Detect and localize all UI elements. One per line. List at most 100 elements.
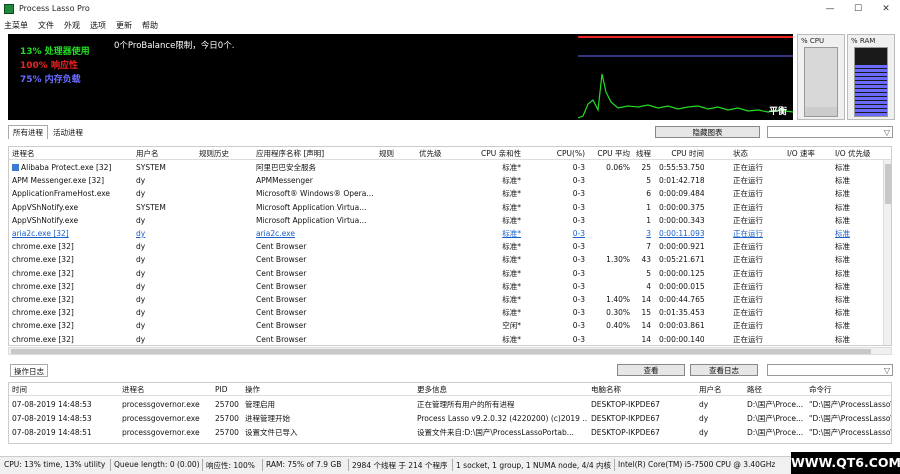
process-row[interactable]: chrome.exe [32] dy Cent Browser 标准* 0-3 7 0:00… xyxy=(9,240,891,253)
menu-file[interactable]: 文件 xyxy=(38,20,54,31)
process-column-header[interactable]: 线程 xyxy=(619,147,651,160)
process-row[interactable]: chrome.exe [32] dy Cent Browser 标准* 0-3 1.30%… xyxy=(9,253,891,266)
process-cell: 0:00:03.861 xyxy=(659,321,704,331)
process-row[interactable]: chrome.exe [32] dy Cent Browser 标准* 0-3 5 0:00… xyxy=(9,267,891,280)
process-cell: 正在运行 xyxy=(733,202,763,212)
log-cell: 设置文件已导入 xyxy=(245,428,298,437)
process-table-vscrollbar[interactable] xyxy=(883,160,891,345)
process-row[interactable]: ApplicationFrameHost.exe dy Microsoft® Win… xyxy=(9,187,891,200)
process-cell: 标准 xyxy=(835,334,850,344)
close-icon[interactable]: ✕ xyxy=(872,0,900,17)
process-column-header[interactable]: 状态 xyxy=(733,147,769,160)
process-cell xyxy=(419,333,459,345)
view-log-button[interactable]: 查看日志 xyxy=(690,364,758,376)
process-row[interactable]: chrome.exe [32] dy Cent Browser 标准* 0-3 14 0:0… xyxy=(9,333,891,345)
log-column-header[interactable]: 操作 xyxy=(245,383,395,396)
process-row[interactable]: APM Messenger.exe [32] dy APMMessenger 标准* 0… xyxy=(9,174,891,187)
view-button[interactable]: 查看 xyxy=(617,364,685,376)
process-filter-input[interactable]: ▽ xyxy=(767,126,893,138)
menu-main[interactable]: 主菜单 xyxy=(4,20,28,31)
filter-icon[interactable]: ▽ xyxy=(884,128,890,137)
process-cell xyxy=(787,280,827,293)
process-cell: 3 xyxy=(646,229,651,238)
menu-update[interactable]: 更新 xyxy=(116,20,132,31)
process-cell: dy xyxy=(136,321,146,331)
process-column-header[interactable]: 用户名 xyxy=(136,147,196,160)
process-column-header[interactable]: 进程名 xyxy=(12,147,132,160)
log-column-header[interactable]: 用户名 xyxy=(699,383,739,396)
process-cell: 0-3 xyxy=(572,321,585,331)
site-watermark: WWW.QT6.COM xyxy=(791,452,900,474)
process-row[interactable]: AppVShNotify.exe SYSTEM Microsoft Applicat… xyxy=(9,201,891,214)
process-cell: 标准* xyxy=(502,215,521,225)
process-cell: SYSTEM xyxy=(136,202,166,212)
process-column-header[interactable]: 应用程序名称 [声明] xyxy=(256,147,376,160)
process-column-header[interactable]: 规则历史 xyxy=(199,147,259,160)
tab-action-log[interactable]: 操作日志 xyxy=(10,364,48,377)
tab-active-processes[interactable]: 活动进程 xyxy=(48,125,88,139)
log-row[interactable]: 07-08-2019 14:48:51 processgovernor.exe 25… xyxy=(9,426,891,439)
process-row[interactable]: Alibaba Protect.exe [32] SYSTEM 阿里巴巴安全服务 标准… xyxy=(9,161,891,174)
process-column-header[interactable]: I/O 速率 xyxy=(787,147,827,160)
process-cell xyxy=(787,333,827,345)
performance-graph: 13% 处理器使用 100% 响应性 75% 内存负载 0个ProBalance… xyxy=(8,34,793,120)
process-cell xyxy=(419,293,459,306)
process-cell xyxy=(199,253,259,266)
ram-meter: % RAM xyxy=(847,34,895,120)
process-row[interactable]: chrome.exe [32] dy Cent Browser 标准* 0-3 4 0:00… xyxy=(9,280,891,293)
process-cell xyxy=(419,214,459,227)
log-column-header[interactable]: 进程名 xyxy=(122,383,212,396)
hide-graph-button[interactable]: 隐藏图表 xyxy=(655,126,760,138)
process-cell: 0-3 xyxy=(572,189,585,199)
ram-meter-label: % RAM xyxy=(851,37,876,45)
process-cell: Cent Browser xyxy=(256,255,307,265)
menu-options[interactable]: 选项 xyxy=(90,20,106,31)
log-cell: 25700 xyxy=(215,428,239,437)
process-cell: 标准 xyxy=(835,308,850,318)
log-column-header[interactable]: 更多信息 xyxy=(417,383,587,396)
process-row[interactable]: chrome.exe [32] dy Cent Browser 标准* 0-3 0.30%… xyxy=(9,306,891,319)
log-column-header[interactable]: 命令行 xyxy=(809,383,891,396)
log-column-header[interactable]: PID xyxy=(215,383,245,396)
minimize-icon[interactable]: — xyxy=(816,0,844,17)
log-filter-icon[interactable]: ▽ xyxy=(884,366,890,375)
process-cell xyxy=(199,333,259,345)
log-cell: 正在管理所有用户的所有进程 xyxy=(417,400,515,409)
process-column-header[interactable]: I/O 优先级 xyxy=(835,147,877,160)
process-cell: 正在运行 xyxy=(733,255,763,265)
menu-view[interactable]: 外观 xyxy=(64,20,80,31)
process-row[interactable]: AppVShNotify.exe dy Microsoft Application … xyxy=(9,214,891,227)
maximize-icon[interactable]: ☐ xyxy=(844,0,872,17)
log-filter-input[interactable]: ▽ xyxy=(767,364,893,376)
log-cell: 25700 xyxy=(215,414,239,423)
process-cell: 正在运行 xyxy=(733,308,763,318)
process-column-header[interactable]: 优先级 xyxy=(419,147,459,160)
process-cell: 0-3 xyxy=(572,229,585,238)
process-cell: chrome.exe [32] xyxy=(12,268,74,278)
process-column-header[interactable]: CPU(%) xyxy=(545,147,585,160)
memory-load-legend: 75% 内存负载 xyxy=(20,75,81,85)
process-row[interactable]: chrome.exe [32] dy Cent Browser 空闲* 0-3 0.40%… xyxy=(9,319,891,332)
log-cell: DESKTOP-IKPDE67 xyxy=(591,414,660,423)
process-cell: dy xyxy=(136,281,146,291)
vscroll-thumb[interactable] xyxy=(885,164,891,204)
process-column-header[interactable]: 规则 xyxy=(379,147,409,160)
process-row[interactable]: aria2c.exe [32] dy aria2c.exe 标准* 0-3 3 0:00:1… xyxy=(9,227,891,240)
process-cell: 标准* xyxy=(502,295,521,304)
log-row[interactable]: 07-08-2019 14:48:53 processgovernor.exe 25… xyxy=(9,412,891,425)
log-column-header[interactable]: 路径 xyxy=(747,383,807,396)
menu-help[interactable]: 帮助 xyxy=(142,20,158,31)
process-column-header[interactable]: CPU 亲和性 xyxy=(481,147,521,160)
tab-all-processes[interactable]: 所有进程 xyxy=(8,125,48,139)
process-row[interactable]: chrome.exe [32] dy Cent Browser 标准* 0-3 1.40%… xyxy=(9,293,891,306)
log-column-header[interactable]: 电脑名称 xyxy=(591,383,691,396)
process-column-header[interactable]: CPU 时间 xyxy=(659,147,704,160)
process-cell xyxy=(419,201,459,214)
log-row[interactable]: 07-08-2019 14:48:53 processgovernor.exe 25… xyxy=(9,398,891,411)
process-table-hscrollbar[interactable] xyxy=(8,347,892,355)
log-cell: 25700 xyxy=(215,400,239,409)
process-cell: Cent Browser xyxy=(256,334,307,344)
process-cell: 标准* xyxy=(502,281,521,291)
log-column-header[interactable]: 时间 xyxy=(12,383,112,396)
hscroll-thumb[interactable] xyxy=(11,349,871,354)
